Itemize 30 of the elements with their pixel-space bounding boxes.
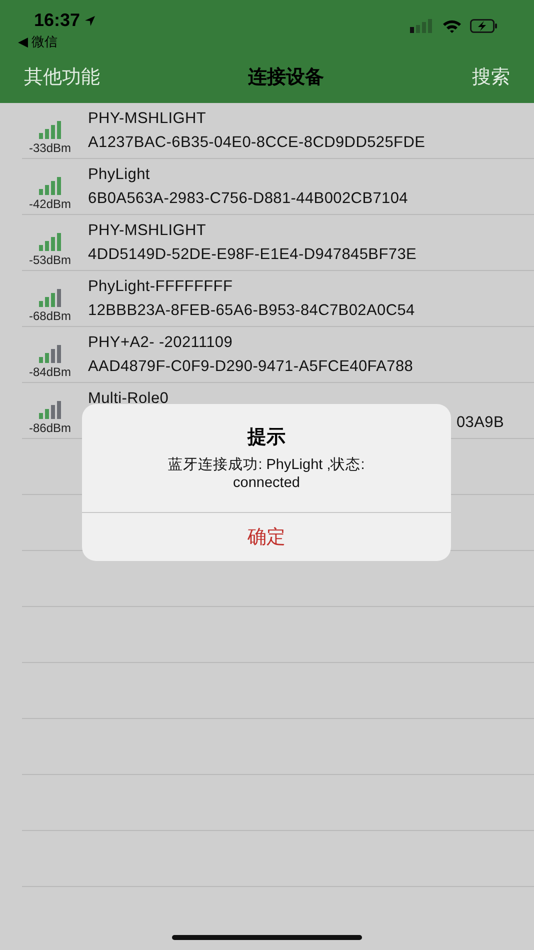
rssi-value: -86dBm — [28, 421, 72, 435]
device-name: PHY-MSHLIGHT — [88, 110, 208, 128]
page-title: 连接设备 — [248, 66, 324, 90]
device-uuid: 12BBB23A-8FEB-65A6-B953-84C7B02A0C54 — [88, 302, 416, 320]
search-button[interactable]: 搜索 — [472, 64, 510, 90]
battery-charging-icon — [470, 19, 498, 33]
rssi-value: -68dBm — [28, 309, 72, 323]
rssi-value: -53dBm — [28, 253, 72, 267]
location-arrow-icon — [84, 14, 96, 26]
confirm-button[interactable]: 确定 — [82, 512, 451, 562]
dialog-message: 蓝牙连接成功: PhyLight ,状态: connected — [167, 456, 366, 492]
wifi-icon — [442, 19, 462, 33]
device-name: Multi-Role0 — [88, 390, 170, 408]
rssi-value: -42dBm — [28, 197, 72, 211]
device-uuid: 4DD5149D-52DE-E98F-E1E4-D947845BF73E — [88, 246, 418, 264]
rssi-value: -84dBm — [28, 365, 72, 379]
back-to-app-link[interactable]: ◀ 微信 — [18, 33, 96, 51]
device-name: PHY-MSHLIGHT — [88, 222, 208, 240]
device-uuid: 03A9B — [456, 414, 504, 432]
device-uuid: 6B0A563A-2983-C756-D881-44B002CB7104 — [88, 190, 410, 208]
device-uuid: A1237BAC-6B35-04E0-8CCE-8CD9DD525FDE — [88, 134, 426, 152]
status-time: 16:37 — [34, 10, 80, 31]
other-functions-button[interactable]: 其他功能 — [24, 64, 100, 90]
cellular-signal-icon — [410, 19, 434, 33]
device-name: PHY+A2- -20211109 — [88, 334, 234, 352]
dialog-title: 提示 — [248, 426, 286, 450]
rssi-value: -33dBm — [28, 141, 72, 155]
device-uuid: AAD4879F-C0F9-D290-9471-A5FCE40FA788 — [88, 358, 414, 376]
device-name: PhyLight-FFFFFFFF — [88, 278, 234, 296]
device-name: PhyLight — [88, 166, 151, 184]
